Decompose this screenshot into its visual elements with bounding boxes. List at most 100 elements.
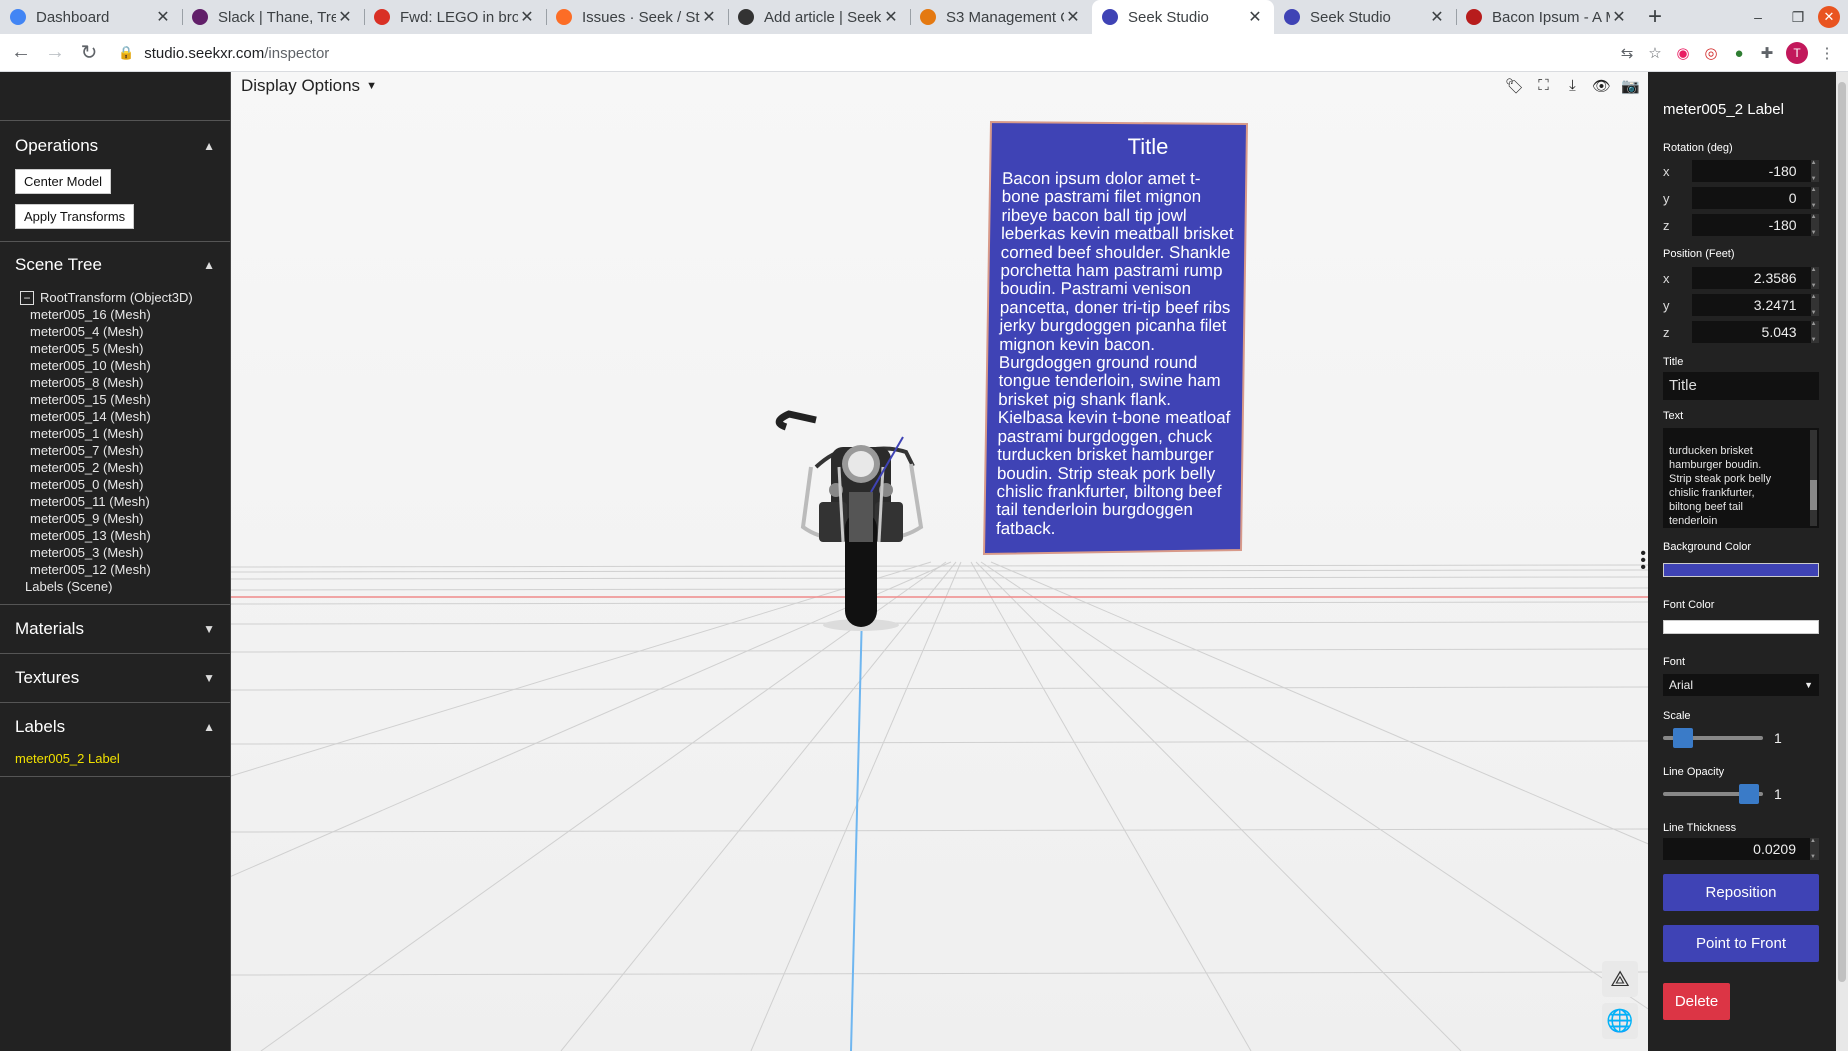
- tree-node[interactable]: meter005_0 (Mesh): [20, 477, 230, 494]
- font-color-swatch[interactable]: [1663, 620, 1819, 634]
- textarea-scrollbar[interactable]: [1810, 430, 1817, 526]
- frame-icon[interactable]: ⛶: [1534, 76, 1553, 95]
- spinner-icon[interactable]: ▲ ▼: [1810, 294, 1819, 316]
- close-tab-icon[interactable]: ✕: [518, 7, 536, 27]
- rotation-x-field[interactable]: x -180 ▲ ▼: [1663, 160, 1819, 182]
- close-tab-icon[interactable]: ✕: [1610, 7, 1628, 27]
- reposition-button[interactable]: Reposition: [1663, 874, 1819, 911]
- rotation-z-field[interactable]: z -180 ▲ ▼: [1663, 214, 1819, 236]
- line-thickness-value[interactable]: 0.0209: [1663, 838, 1810, 860]
- rotation-x-value[interactable]: -180: [1692, 160, 1811, 182]
- close-window-icon[interactable]: ✕: [1818, 6, 1840, 28]
- title-input[interactable]: Title: [1663, 372, 1819, 400]
- text-textarea[interactable]: turducken brisket hamburger boudin. Stri…: [1663, 428, 1819, 528]
- close-tab-icon[interactable]: ✕: [1428, 7, 1446, 27]
- spinner-icon[interactable]: ▲ ▼: [1810, 838, 1819, 860]
- textures-header[interactable]: Textures ▼: [0, 654, 230, 702]
- tree-node[interactable]: meter005_2 (Mesh): [20, 460, 230, 477]
- rotation-z-value[interactable]: -180: [1692, 214, 1811, 236]
- translate-icon[interactable]: ⇆: [1618, 44, 1636, 62]
- apply-transforms-button[interactable]: Apply Transforms: [15, 204, 135, 229]
- scene-tree-header[interactable]: Scene Tree ▲: [0, 242, 230, 288]
- delete-button[interactable]: Delete: [1663, 983, 1730, 1020]
- maximize-icon[interactable]: ❐: [1778, 9, 1818, 26]
- tree-node[interactable]: meter005_5 (Mesh): [20, 341, 230, 358]
- menu-kebab-icon[interactable]: ⋮: [1818, 44, 1836, 62]
- slider-thumb[interactable]: [1739, 784, 1759, 804]
- spinner-icon[interactable]: ▲ ▼: [1810, 321, 1819, 343]
- minimize-icon[interactable]: –: [1738, 9, 1778, 25]
- download-icon[interactable]: ⤓: [1563, 76, 1582, 95]
- eye-icon[interactable]: 👁: [1592, 76, 1611, 95]
- browser-tab[interactable]: Seek Studio ✕: [1274, 0, 1456, 34]
- tree-node[interactable]: meter005_16 (Mesh): [20, 307, 230, 324]
- reload-icon[interactable]: ↻: [72, 40, 106, 65]
- globe-icon[interactable]: 🌐: [1602, 1003, 1638, 1039]
- tree-node[interactable]: meter005_7 (Mesh): [20, 443, 230, 460]
- background-color-swatch[interactable]: [1663, 563, 1819, 577]
- forward-icon[interactable]: →: [38, 41, 72, 64]
- url-field[interactable]: 🔒 studio.seekxr.com/inspector: [118, 34, 329, 72]
- position-z-field[interactable]: z 5.043 ▲ ▼: [1663, 321, 1819, 343]
- scale-slider[interactable]: [1663, 728, 1763, 748]
- spinner-icon[interactable]: ▲ ▼: [1810, 267, 1819, 289]
- tree-node[interactable]: meter005_9 (Mesh): [20, 511, 230, 528]
- tree-node-labels[interactable]: Labels (Scene): [20, 579, 230, 598]
- new-tab-button[interactable]: +: [1638, 0, 1672, 34]
- bookmark-star-icon[interactable]: ☆: [1646, 44, 1664, 62]
- slider-thumb[interactable]: [1672, 728, 1693, 748]
- spinner-icon[interactable]: ▲ ▼: [1810, 214, 1819, 236]
- tree-node[interactable]: meter005_10 (Mesh): [20, 358, 230, 375]
- tree-node[interactable]: meter005_13 (Mesh): [20, 528, 230, 545]
- browser-tab[interactable]: Slack | Thane, Tre ✕: [182, 0, 364, 34]
- opera-extension-icon[interactable]: ◎: [1702, 44, 1720, 62]
- browser-tab[interactable]: Issues · Seek / Stu ✕: [546, 0, 728, 34]
- tree-node[interactable]: meter005_14 (Mesh): [20, 409, 230, 426]
- position-y-field[interactable]: y 3.2471 ▲ ▼: [1663, 294, 1819, 316]
- drag-handle-icon[interactable]: • • •: [1640, 546, 1646, 576]
- tree-node[interactable]: meter005_8 (Mesh): [20, 375, 230, 392]
- browser-tab[interactable]: Bacon Ipsum - A M ✕: [1456, 0, 1638, 34]
- close-tab-icon[interactable]: ✕: [882, 7, 900, 27]
- close-tab-icon[interactable]: ✕: [1246, 7, 1264, 27]
- operations-header[interactable]: Operations ▲: [0, 121, 230, 171]
- display-options-menu[interactable]: Display Options ▼: [241, 76, 377, 96]
- page-scrollbar[interactable]: [1836, 72, 1848, 1051]
- close-tab-icon[interactable]: ✕: [700, 7, 718, 27]
- axes-gizmo-icon[interactable]: ⟁: [1602, 961, 1638, 997]
- profile-avatar[interactable]: T: [1786, 42, 1808, 64]
- font-select[interactable]: Arial ▼: [1663, 674, 1819, 696]
- close-tab-icon[interactable]: ✕: [336, 7, 354, 27]
- 3d-viewport[interactable]: Display Options ▼ 🏷 ⛶ ⤓ 👁 📷 Title Bacon …: [231, 72, 1648, 1051]
- rotation-y-value[interactable]: 0: [1692, 187, 1811, 209]
- point-to-front-button[interactable]: Point to Front: [1663, 925, 1819, 962]
- close-tab-icon[interactable]: ✕: [1064, 7, 1082, 27]
- line-opacity-slider[interactable]: [1663, 784, 1763, 804]
- tree-node[interactable]: meter005_1 (Mesh): [20, 426, 230, 443]
- tree-node[interactable]: meter005_3 (Mesh): [20, 545, 230, 562]
- position-y-value[interactable]: 3.2471: [1692, 294, 1811, 316]
- line-thickness-field[interactable]: 0.0209 ▲ ▼: [1663, 838, 1819, 860]
- position-z-value[interactable]: 5.043: [1692, 321, 1811, 343]
- labels-header[interactable]: Labels ▲: [0, 703, 230, 751]
- color-picker-extension-icon[interactable]: ◉: [1674, 44, 1692, 62]
- tag-icon[interactable]: 🏷: [1505, 76, 1524, 95]
- position-x-value[interactable]: 2.3586: [1692, 267, 1811, 289]
- browser-tab[interactable]: Fwd: LEGO in bro ✕: [364, 0, 546, 34]
- position-x-field[interactable]: x 2.3586 ▲ ▼: [1663, 267, 1819, 289]
- collapse-icon[interactable]: −: [20, 290, 34, 305]
- center-model-button[interactable]: Center Model: [15, 169, 112, 194]
- camera-icon[interactable]: 📷: [1621, 76, 1640, 95]
- spinner-icon[interactable]: ▲ ▼: [1810, 187, 1819, 209]
- back-icon[interactable]: ←: [4, 41, 38, 64]
- materials-header[interactable]: Materials ▼: [0, 605, 230, 653]
- label-item[interactable]: meter005_2 Label: [0, 751, 230, 776]
- tree-node[interactable]: meter005_4 (Mesh): [20, 324, 230, 341]
- green-extension-icon[interactable]: ●: [1730, 44, 1748, 62]
- tree-node[interactable]: meter005_11 (Mesh): [20, 494, 230, 511]
- browser-tab[interactable]: Add article | Seek ✕: [728, 0, 910, 34]
- puzzle-extensions-icon[interactable]: ✚: [1758, 44, 1776, 62]
- tree-node[interactable]: meter005_15 (Mesh): [20, 392, 230, 409]
- close-tab-icon[interactable]: ✕: [154, 7, 172, 27]
- browser-tab[interactable]: Dashboard ✕: [0, 0, 182, 34]
